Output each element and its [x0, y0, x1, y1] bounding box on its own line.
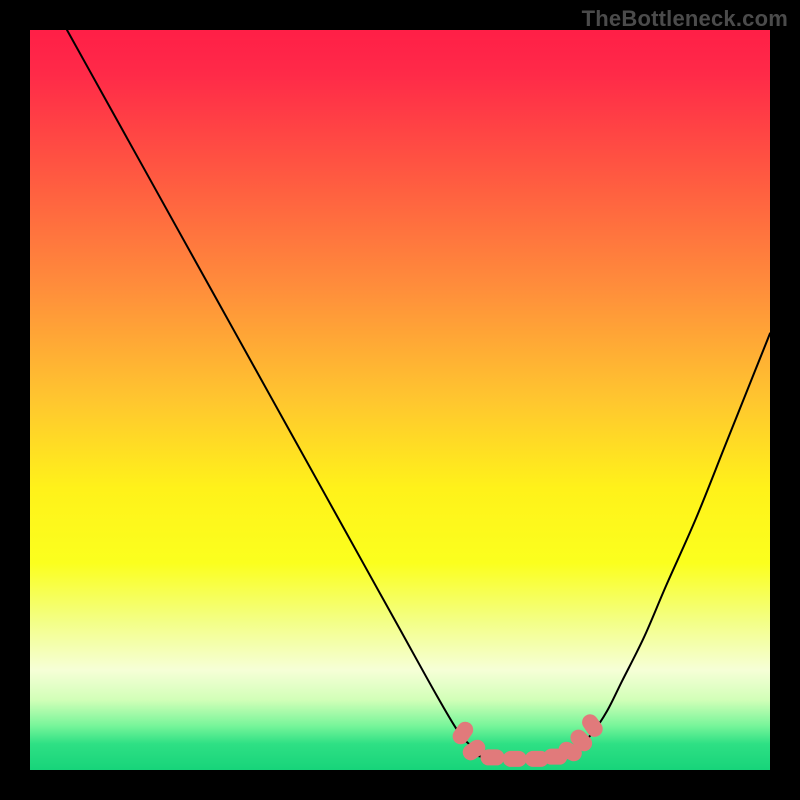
bottom-marker [503, 751, 527, 767]
plot-area [30, 30, 770, 770]
bottom-marker [481, 749, 505, 765]
gradient-background [30, 30, 770, 770]
chart-svg [30, 30, 770, 770]
chart-stage: TheBottleneck.com [0, 0, 800, 800]
watermark-text: TheBottleneck.com [582, 6, 788, 32]
